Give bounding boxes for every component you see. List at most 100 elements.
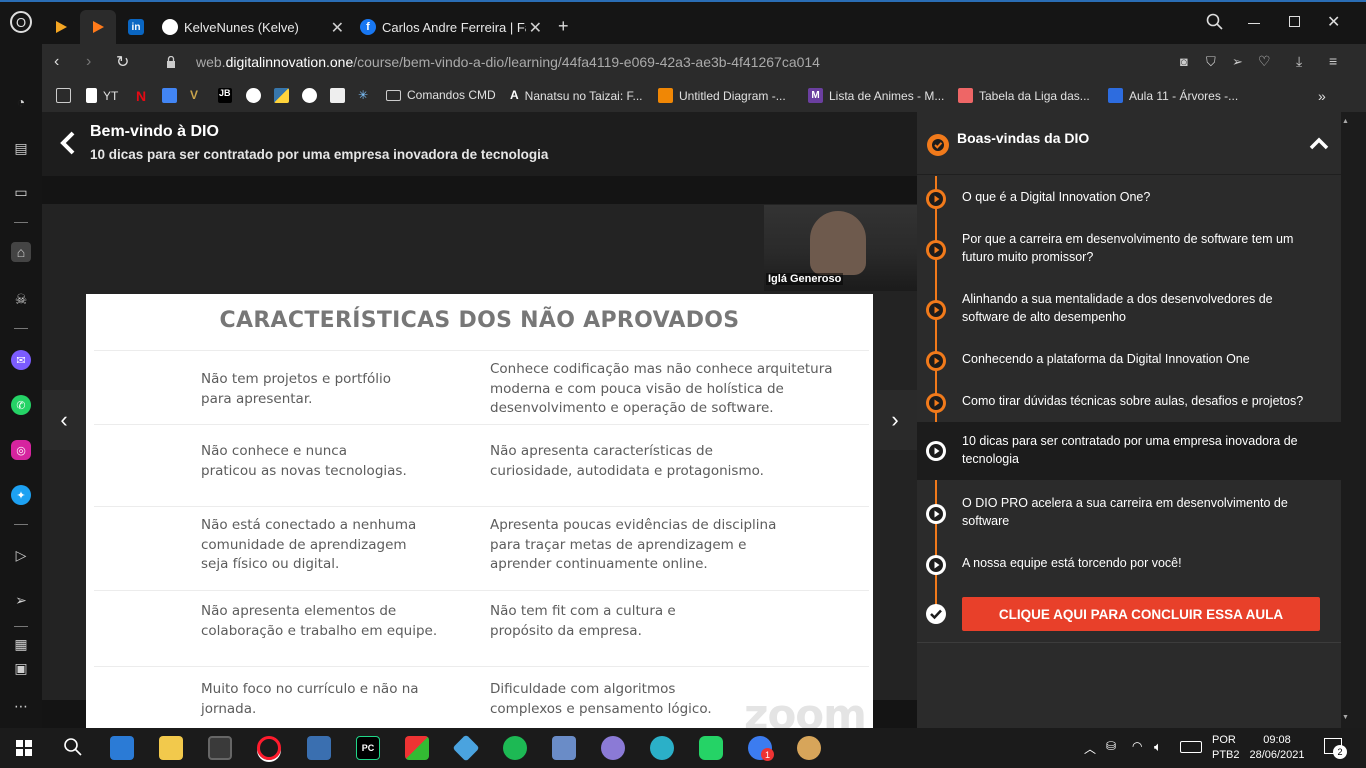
video-player[interactable]: CARACTERÍSTICAS DOS NÃO APROVADOS Não te… bbox=[42, 176, 917, 739]
language-indicator[interactable]: POR PTB2 bbox=[1212, 733, 1240, 763]
home-icon[interactable]: ⌂ bbox=[11, 242, 31, 262]
new-tab-button[interactable]: + bbox=[558, 16, 569, 37]
lesson-item[interactable]: O que é a Digital Innovation One? bbox=[917, 186, 1341, 209]
opera-menu-icon[interactable]: O bbox=[10, 11, 32, 33]
extensions-icon[interactable]: ▤ bbox=[11, 138, 31, 158]
lesson-item[interactable]: Alinhando a sua mentalidade a dos desenv… bbox=[917, 288, 1341, 328]
panel-header[interactable]: Boas-vindas da DIO bbox=[917, 112, 1341, 175]
bookmark-animes[interactable]: M Lista de Animes - M... bbox=[808, 88, 944, 103]
clock[interactable]: 09:08 28/06/2021 bbox=[1246, 733, 1308, 763]
tab-pinned-1[interactable] bbox=[44, 10, 78, 44]
instagram-icon[interactable]: ◎ bbox=[11, 440, 31, 460]
tab-pinned-2[interactable] bbox=[80, 10, 116, 44]
chrome-icon[interactable]: 1 bbox=[748, 736, 774, 761]
tab-linkedin[interactable]: in bbox=[118, 10, 154, 44]
lesson-item[interactable]: Como tirar dúvidas técnicas sobre aulas,… bbox=[917, 390, 1341, 413]
python-app-icon[interactable] bbox=[307, 736, 331, 760]
whatsapp-icon[interactable]: ✆ bbox=[11, 395, 31, 415]
previous-slide-button[interactable]: ‹ bbox=[42, 390, 86, 450]
close-window-button[interactable]: ✕ bbox=[1327, 12, 1340, 32]
complete-lesson-button[interactable]: CLIQUE AQUI PARA CONCLUIR ESSA AULA bbox=[962, 597, 1320, 631]
easy-setup-icon[interactable]: ≡ bbox=[1329, 53, 1337, 69]
scroll-up-icon[interactable]: ▲ bbox=[1342, 118, 1349, 125]
bookmark-diagram[interactable]: Untitled Diagram -... bbox=[658, 88, 786, 103]
bookmark-tabela[interactable]: Tabela da Liga das... bbox=[958, 88, 1090, 103]
paint-icon[interactable] bbox=[797, 736, 821, 760]
network-adapter-icon[interactable]: ⛁ bbox=[1106, 739, 1116, 753]
lesson-item[interactable]: A nossa equipe está torcendo por você! bbox=[917, 552, 1341, 575]
bookmark-cube[interactable] bbox=[56, 88, 77, 103]
speed-dial-icon[interactable]: ◔ bbox=[11, 92, 31, 112]
scroll-down-icon[interactable]: ▼ bbox=[1342, 714, 1349, 721]
notification-center-icon[interactable]: 2 bbox=[1324, 738, 1347, 759]
minimize-button[interactable] bbox=[1248, 23, 1260, 24]
course-title: Bem-vindo à DIO bbox=[90, 123, 219, 140]
store-icon[interactable] bbox=[208, 736, 232, 760]
close-icon[interactable]: ✕ bbox=[331, 18, 344, 38]
next-slide-button[interactable]: › bbox=[873, 390, 917, 450]
send-icon[interactable]: ➢ bbox=[11, 590, 31, 610]
url-field[interactable]: web.digitalinnovation.one/course/bem-vin… bbox=[196, 54, 820, 70]
close-icon[interactable]: ✕ bbox=[525, 18, 542, 38]
heart-icon[interactable]: ♡ bbox=[1258, 53, 1271, 70]
bookmark-snow[interactable]: ✳ bbox=[358, 88, 374, 103]
bookmark-grad[interactable] bbox=[246, 88, 267, 103]
bookmark-v[interactable]: V bbox=[190, 88, 204, 103]
collapse-chevron-icon[interactable] bbox=[1309, 136, 1329, 150]
bookmark-netflix[interactable]: N bbox=[136, 88, 152, 104]
send-icon[interactable]: ➢ bbox=[1232, 54, 1243, 70]
messenger-icon[interactable]: ✉ bbox=[11, 350, 31, 370]
player-icon[interactable]: ▷ bbox=[11, 545, 31, 565]
storage-icon[interactable]: ▦ bbox=[11, 634, 31, 654]
search-tabs-icon[interactable] bbox=[1206, 13, 1224, 31]
bookmark-nanatsu[interactable]: A Nanatsu no Taizai: F... bbox=[510, 88, 643, 103]
start-button[interactable] bbox=[16, 740, 32, 756]
opera-taskbar-icon[interactable] bbox=[257, 736, 281, 760]
search-icon[interactable] bbox=[62, 736, 84, 758]
bookmark-comandos-cmd[interactable]: Comandos CMD bbox=[386, 88, 496, 102]
bookmark-translate[interactable] bbox=[162, 88, 183, 103]
keyboard-icon[interactable] bbox=[1180, 741, 1202, 753]
winrar-icon[interactable] bbox=[405, 736, 429, 760]
virtualbox-icon[interactable] bbox=[452, 734, 480, 762]
bookmark-python[interactable] bbox=[274, 88, 295, 103]
maximize-button[interactable] bbox=[1289, 16, 1300, 27]
bookmark-aula11[interactable]: Aula 11 - Árvores -... bbox=[1108, 88, 1238, 103]
slide-cell-left: Muito foco no currículo e não na jornada… bbox=[201, 681, 419, 717]
connect-icon[interactable] bbox=[601, 736, 625, 760]
volume-icon[interactable]: 🔈︎ bbox=[1154, 739, 1162, 755]
bookmarks-more-icon[interactable]: » bbox=[1318, 88, 1326, 104]
reload-icon[interactable]: ↻ bbox=[116, 52, 129, 72]
bookmark-yt[interactable]: YT bbox=[86, 88, 118, 103]
spotify-icon[interactable] bbox=[503, 736, 527, 760]
back-arrow-icon[interactable] bbox=[58, 128, 78, 158]
show-hidden-icons-chevron[interactable]: ︿ bbox=[1084, 740, 1096, 757]
file-explorer-icon[interactable] bbox=[159, 736, 183, 760]
bookmark-hex[interactable] bbox=[330, 88, 351, 103]
back-icon[interactable]: ‹ bbox=[54, 53, 59, 71]
twitch-icon[interactable]: ▭ bbox=[11, 182, 31, 202]
wifi-icon[interactable]: ◠ bbox=[1132, 739, 1142, 753]
pycharm-icon[interactable]: PC bbox=[356, 736, 380, 760]
edge-icon[interactable] bbox=[650, 736, 674, 760]
bookmark-github[interactable] bbox=[302, 88, 323, 103]
more-icon[interactable]: ⋯ bbox=[11, 696, 31, 716]
twitter-icon[interactable]: ✦ bbox=[11, 485, 31, 505]
bookmark-jb[interactable]: JB bbox=[218, 88, 238, 103]
tab-facebook[interactable]: f Carlos Andre Ferreira | Face ✕ bbox=[358, 10, 548, 44]
download-icon[interactable]: ⤓ bbox=[1296, 53, 1302, 70]
cpu-icon[interactable]: ▣ bbox=[11, 658, 31, 678]
lesson-item[interactable]: Conhecendo a plataforma da Digital Innov… bbox=[917, 348, 1341, 371]
lesson-item[interactable]: Por que a carreira em desenvolvimento de… bbox=[917, 228, 1341, 268]
tab-github[interactable]: KelveNunes (Kelve) ✕ bbox=[160, 10, 350, 44]
camera-icon[interactable]: ◙ bbox=[1180, 54, 1188, 69]
mail-icon[interactable] bbox=[110, 736, 134, 760]
lesson-item[interactable]: 10 dicas para ser contratado por uma emp… bbox=[917, 422, 1341, 480]
skull-icon[interactable]: ☠ bbox=[11, 289, 31, 309]
shield-icon[interactable]: ⛉ bbox=[1206, 54, 1216, 70]
forward-icon[interactable]: › bbox=[86, 53, 91, 71]
lesson-item[interactable]: O DIO PRO acelera a sua carreira em dese… bbox=[917, 492, 1341, 532]
page-scrollbar[interactable]: ▲ ▼ bbox=[1341, 112, 1349, 728]
whatsapp-taskbar-icon[interactable] bbox=[699, 736, 723, 760]
remote-desktop-icon[interactable] bbox=[552, 736, 576, 760]
